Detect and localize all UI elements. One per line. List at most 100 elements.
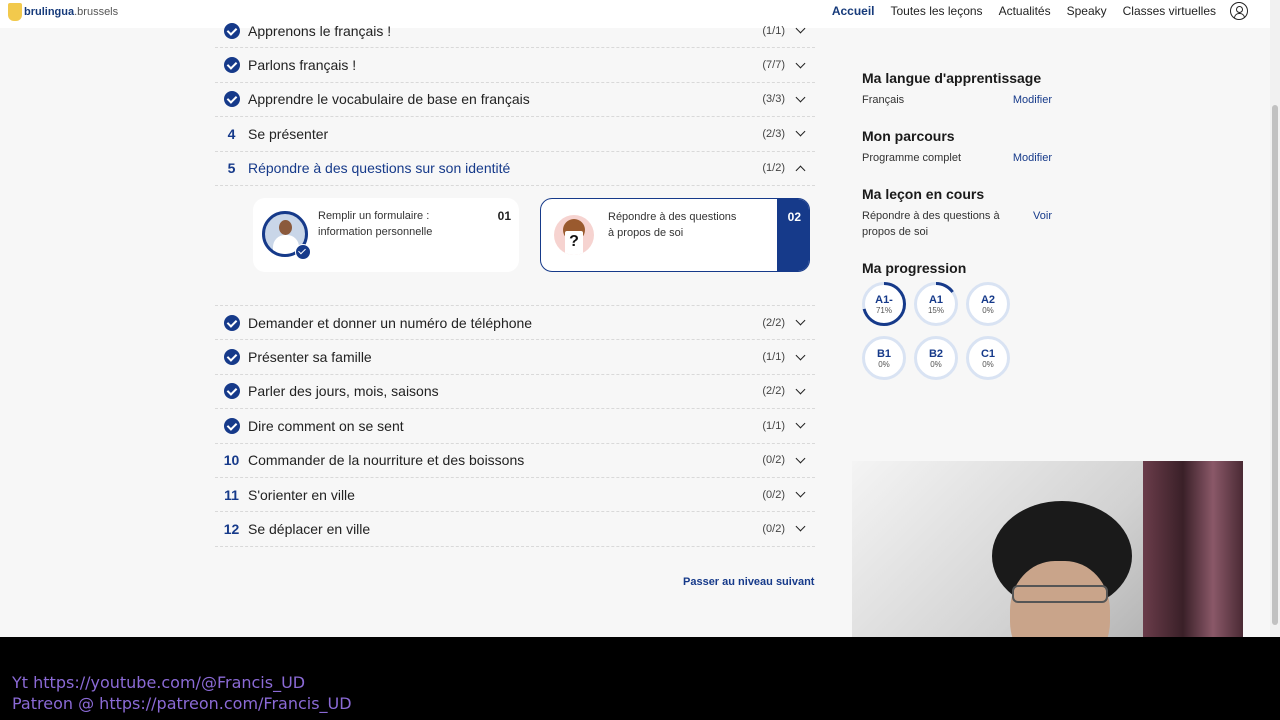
stream-banner: Yt https://youtube.com/@Francis_UD Patre… bbox=[0, 637, 1280, 720]
lesson-title: Dire comment on se sent bbox=[248, 417, 404, 434]
path-title: Mon parcours bbox=[862, 128, 955, 144]
level-percent: 0% bbox=[982, 305, 994, 315]
completed-check-icon bbox=[295, 243, 311, 260]
main-nav: Accueil Toutes les leçons Actualités Spe… bbox=[816, 0, 1248, 22]
scrollbar[interactable] bbox=[1270, 0, 1280, 637]
chevron-down-icon[interactable] bbox=[785, 23, 815, 34]
language-value: Français bbox=[862, 94, 905, 106]
lesson-row[interactable]: Dire comment on se sent (1/1) bbox=[215, 409, 815, 444]
lesson-count: (1/1) bbox=[762, 351, 785, 364]
sublesson-title: Répondre à des questions à propos de soi bbox=[608, 210, 737, 239]
chevron-down-icon[interactable] bbox=[785, 453, 815, 464]
chevron-down-icon[interactable] bbox=[785, 58, 815, 69]
chevron-up-icon[interactable] bbox=[785, 163, 815, 176]
lesson-title: Apprendre le vocabulaire de base en fran… bbox=[248, 91, 530, 108]
sidebar-panel: Ma langue d'apprentissage Français Modif… bbox=[862, 70, 1052, 380]
lesson-status: 11 bbox=[215, 487, 248, 503]
progress-level-b1[interactable]: B1 0% bbox=[862, 336, 906, 380]
lesson-title: Répondre à des questions sur son identit… bbox=[248, 160, 511, 177]
sublesson-area: Remplir un formulaire : information pers… bbox=[215, 186, 815, 306]
scrollbar-thumb[interactable] bbox=[1272, 105, 1278, 625]
lesson-status: 12 bbox=[215, 521, 248, 537]
lesson-count: (7/7) bbox=[762, 59, 785, 72]
lesson-title: Parlons français ! bbox=[248, 57, 357, 74]
language-row: Français Modifier bbox=[862, 92, 1052, 108]
progress-arc bbox=[862, 282, 906, 326]
lesson-row[interactable]: Apprendre le vocabulaire de base en fran… bbox=[215, 83, 815, 118]
brand-domain: .brussels bbox=[74, 6, 119, 18]
progress-level-c1[interactable]: C1 0% bbox=[966, 336, 1010, 380]
progress-levels: A1- 71% A1 15% A2 0% B1 0% B2 0% C1 0% bbox=[862, 282, 1052, 380]
lesson-title: Se présenter bbox=[248, 125, 329, 142]
lesson-row[interactable]: 12 Se déplacer en ville (0/2) bbox=[215, 512, 815, 547]
lesson-title: Apprenons le français ! bbox=[248, 22, 392, 39]
chevron-down-icon[interactable] bbox=[785, 384, 815, 395]
sublesson-number: 01 bbox=[497, 208, 511, 223]
level-percent: 0% bbox=[982, 359, 994, 369]
chevron-down-icon[interactable] bbox=[785, 418, 815, 429]
lesson-row[interactable]: 11 S'orienter en ville (0/2) bbox=[215, 478, 815, 513]
sublesson-card-01[interactable]: Remplir un formulaire : information pers… bbox=[253, 197, 519, 272]
nav-item-actualites[interactable]: Actualités bbox=[999, 4, 1051, 18]
lesson-count: (1/1) bbox=[762, 419, 785, 432]
user-account-icon[interactable] bbox=[1230, 2, 1248, 20]
current-lesson-row: Répondre à des questions à propos de soi… bbox=[862, 208, 1052, 240]
brand-logo[interactable]: brulingua.brussels bbox=[8, 0, 118, 24]
lesson-count: (0/2) bbox=[762, 488, 785, 501]
next-level-link[interactable]: Passer au niveau suivant bbox=[683, 576, 814, 588]
lesson-status bbox=[215, 22, 248, 39]
level-percent: 0% bbox=[878, 359, 890, 369]
lesson-row[interactable]: Apprenons le français ! (1/1) bbox=[215, 14, 815, 49]
nav-item-speaky[interactable]: Speaky bbox=[1067, 4, 1107, 18]
lesson-list: Apprenons le français ! (1/1) Parlons fran… bbox=[215, 14, 815, 547]
chevron-down-icon[interactable] bbox=[785, 315, 815, 326]
lesson-title: Commander de la nourriture et des boisso… bbox=[248, 452, 525, 469]
path-value: Programme complet bbox=[862, 152, 962, 164]
lesson-number: 11 bbox=[224, 486, 239, 503]
chevron-down-icon[interactable] bbox=[785, 92, 815, 103]
lesson-count: (2/2) bbox=[762, 385, 785, 398]
logo-icon bbox=[8, 3, 22, 21]
nav-item-classes-virtuelles[interactable]: Classes virtuelles bbox=[1123, 4, 1216, 18]
lesson-row[interactable]: 10 Commander de la nourriture et des bois… bbox=[215, 444, 815, 478]
lesson-count: (2/3) bbox=[762, 127, 785, 140]
nav-item-toutes-les-lecons[interactable]: Toutes les leçons bbox=[891, 4, 983, 18]
lesson-number: 12 bbox=[223, 520, 240, 537]
language-title: Ma langue d'apprentissage bbox=[862, 70, 1042, 86]
lesson-status bbox=[215, 91, 248, 108]
lesson-row[interactable]: Parler des jours, mois, saisons (2/2) bbox=[215, 375, 815, 410]
sublesson-card-02[interactable]: ? Répondre à des questions à propos de s… bbox=[540, 197, 810, 272]
progress-level-b2[interactable]: B2 0% bbox=[914, 336, 958, 380]
lesson-row[interactable]: Demander et donner un numéro de téléphon… bbox=[215, 306, 815, 341]
chevron-down-icon[interactable] bbox=[785, 350, 815, 360]
modify-path-link[interactable]: Modifier bbox=[1013, 150, 1052, 166]
chevron-down-icon[interactable] bbox=[785, 522, 815, 532]
completed-check-icon bbox=[223, 383, 240, 400]
lesson-row[interactable]: Présenter sa famille (1/1) bbox=[215, 340, 815, 375]
lesson-title: Présenter sa famille bbox=[248, 349, 372, 366]
chevron-down-icon[interactable] bbox=[785, 487, 815, 498]
lesson-status bbox=[215, 417, 248, 434]
level-name: C1 bbox=[980, 347, 996, 360]
progress-level-a2[interactable]: A2 0% bbox=[966, 282, 1010, 326]
view-lesson-link[interactable]: Voir bbox=[1033, 208, 1052, 240]
progress-level-a1-minus[interactable]: A1- 71% bbox=[862, 282, 906, 326]
lesson-number: 4 bbox=[227, 125, 236, 142]
chevron-down-icon[interactable] bbox=[785, 126, 815, 137]
modify-language-link[interactable]: Modifier bbox=[1013, 92, 1052, 108]
lesson-status bbox=[215, 57, 248, 74]
completed-check-icon bbox=[223, 314, 240, 331]
lesson-title: Parler des jours, mois, saisons bbox=[248, 383, 439, 400]
lesson-count: (0/2) bbox=[762, 454, 785, 467]
lesson-number: 10 bbox=[223, 452, 240, 469]
lesson-title: S'orienter en ville bbox=[248, 486, 355, 503]
level-percent: 0% bbox=[930, 359, 942, 369]
lesson-status bbox=[215, 349, 248, 366]
progress-arc bbox=[914, 282, 958, 326]
nav-item-accueil[interactable]: Accueil bbox=[832, 4, 875, 18]
lesson-row[interactable]: 4 Se présenter (2/3) bbox=[215, 117, 815, 152]
lesson-row[interactable]: Parlons français ! (7/7) bbox=[215, 48, 815, 83]
progress-level-a1[interactable]: A1 15% bbox=[914, 282, 958, 326]
lesson-row[interactable]: 5 Répondre à des questions sur son identi… bbox=[215, 152, 815, 186]
lesson-count: (2/2) bbox=[762, 316, 785, 329]
